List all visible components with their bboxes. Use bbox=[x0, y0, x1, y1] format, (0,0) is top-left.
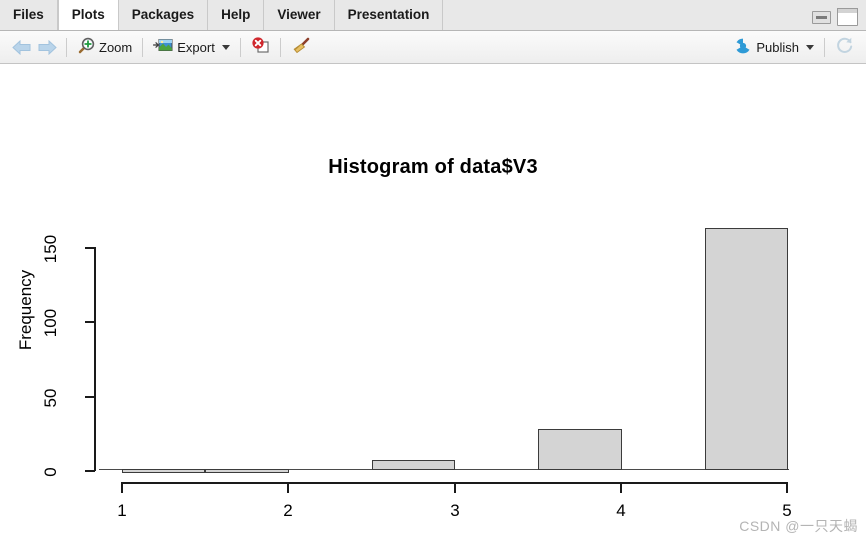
tab-viewer[interactable]: Viewer bbox=[264, 0, 335, 30]
plot-canvas: Histogram of data$V3 Frequency data$V3 1… bbox=[0, 64, 866, 542]
maximize-icon[interactable] bbox=[837, 8, 858, 26]
x-tick-1 bbox=[121, 482, 123, 493]
y-tick-50 bbox=[85, 396, 95, 398]
toolbar-separator bbox=[239, 37, 241, 57]
histogram-bar bbox=[371, 460, 455, 471]
y-tick-100 bbox=[85, 321, 95, 323]
zoom-label: Zoom bbox=[99, 39, 133, 55]
tab-files[interactable]: Files bbox=[0, 0, 58, 30]
y-tick-label-0: 0 bbox=[41, 467, 60, 477]
window-controls bbox=[812, 8, 866, 30]
publish-button[interactable]: Publish bbox=[730, 35, 818, 60]
csdn-watermark: CSDN @一只天蝎 bbox=[739, 518, 858, 534]
x-tick-4 bbox=[620, 482, 622, 493]
remove-plot-icon bbox=[251, 37, 270, 57]
publish-label: Publish bbox=[756, 39, 799, 55]
clear-all-plots-button[interactable] bbox=[287, 35, 315, 60]
y-axis-label: Frequency bbox=[16, 269, 35, 351]
y-axis-line bbox=[94, 247, 96, 471]
tab-plots[interactable]: Plots bbox=[57, 0, 119, 30]
tab-help[interactable]: Help bbox=[208, 0, 265, 30]
back-arrow-icon[interactable] bbox=[8, 36, 34, 58]
forward-arrow-icon[interactable] bbox=[34, 36, 60, 58]
toolbar-separator bbox=[279, 37, 281, 57]
x-tick-label-1: 1 bbox=[117, 501, 127, 520]
x-tick-3 bbox=[454, 482, 456, 493]
chevron-down-icon[interactable] bbox=[221, 44, 230, 50]
zoom-button[interactable]: Zoom bbox=[73, 35, 136, 60]
refresh-button[interactable] bbox=[831, 35, 858, 60]
tab-packages[interactable]: Packages bbox=[118, 0, 209, 30]
x-tick-label-3: 3 bbox=[450, 501, 460, 520]
export-label: Export bbox=[177, 39, 215, 55]
export-button[interactable]: Export bbox=[149, 35, 234, 60]
chevron-down-icon[interactable] bbox=[806, 44, 814, 50]
y-tick-150 bbox=[85, 247, 95, 249]
x-tick-label-2: 2 bbox=[283, 501, 293, 520]
chart-title: Histogram of data$V3 bbox=[328, 156, 538, 178]
minimize-icon[interactable] bbox=[812, 10, 831, 24]
x-tick-label-4: 4 bbox=[616, 501, 626, 520]
publish-icon bbox=[734, 38, 752, 57]
toolbar-right-group: Publish bbox=[730, 35, 858, 60]
histogram-bar bbox=[538, 428, 622, 471]
y-tick-label-150: 150 bbox=[41, 234, 60, 264]
histogram-bar bbox=[704, 227, 788, 471]
remove-plot-button[interactable] bbox=[247, 35, 274, 60]
tab-presentation[interactable]: Presentation bbox=[334, 0, 444, 30]
refresh-icon bbox=[835, 36, 854, 58]
toolbar-separator bbox=[142, 37, 144, 57]
toolbar-separator bbox=[66, 37, 67, 57]
image-export-icon bbox=[153, 38, 173, 57]
y-tick-label-100: 100 bbox=[41, 308, 60, 338]
plots-toolbar: Zoom Export Publish bbox=[0, 31, 866, 64]
panel-tab-bar: Files Plots Packages Help Viewer Present… bbox=[0, 0, 866, 31]
broom-clear-icon bbox=[291, 37, 311, 58]
x-tick-2 bbox=[287, 482, 289, 493]
histogram-bar bbox=[122, 469, 206, 473]
magnifier-plus-icon bbox=[77, 37, 95, 58]
y-tick-0 bbox=[85, 470, 95, 472]
y-tick-label-50: 50 bbox=[41, 388, 60, 408]
x-tick-5 bbox=[786, 482, 788, 493]
histogram-bar bbox=[205, 469, 289, 473]
toolbar-separator bbox=[824, 37, 825, 57]
